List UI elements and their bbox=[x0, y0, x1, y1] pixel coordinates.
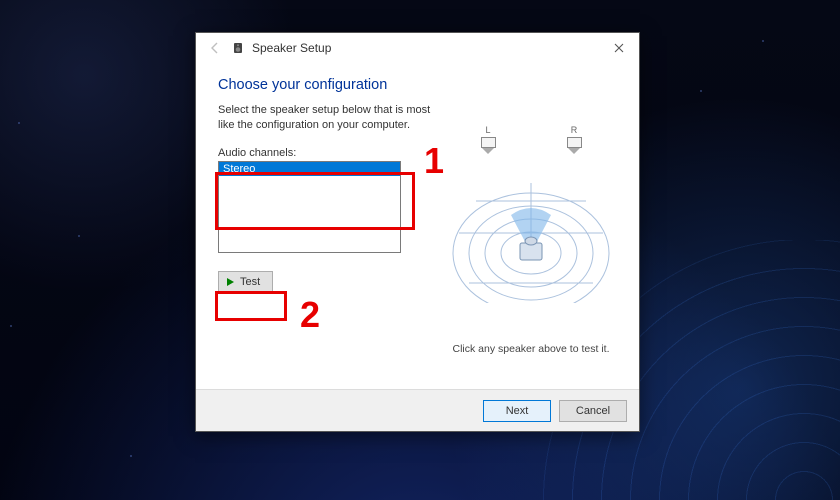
back-button[interactable] bbox=[204, 37, 226, 59]
option-stereo[interactable]: Stereo bbox=[219, 162, 400, 176]
play-icon bbox=[227, 278, 234, 286]
speaker-icon bbox=[232, 41, 246, 55]
cancel-button[interactable]: Cancel bbox=[559, 400, 627, 422]
right-speaker[interactable]: R bbox=[563, 125, 585, 154]
audio-channels-listbox[interactable]: Stereo bbox=[218, 161, 401, 253]
close-button[interactable] bbox=[599, 34, 639, 62]
dialog-footer: Next Cancel bbox=[196, 389, 639, 431]
page-subtext: Select the speaker setup below that is m… bbox=[218, 103, 433, 133]
titlebar: Speaker Setup bbox=[196, 33, 639, 63]
test-button-label: Test bbox=[240, 276, 260, 288]
next-button[interactable]: Next bbox=[483, 400, 551, 422]
left-speaker-label: L bbox=[485, 125, 490, 135]
diagram-hint: Click any speaker above to test it. bbox=[441, 343, 621, 355]
window-title: Speaker Setup bbox=[252, 41, 331, 55]
dialog-content: Choose your configuration Select the spe… bbox=[196, 63, 639, 389]
speaker-diagram: L R bbox=[441, 123, 621, 303]
speaker-setup-dialog: Speaker Setup Choose your configuration … bbox=[195, 32, 640, 432]
left-speaker[interactable]: L bbox=[477, 125, 499, 154]
right-speaker-label: R bbox=[571, 125, 578, 135]
test-button[interactable]: Test bbox=[218, 271, 273, 293]
page-heading: Choose your configuration bbox=[218, 77, 617, 93]
